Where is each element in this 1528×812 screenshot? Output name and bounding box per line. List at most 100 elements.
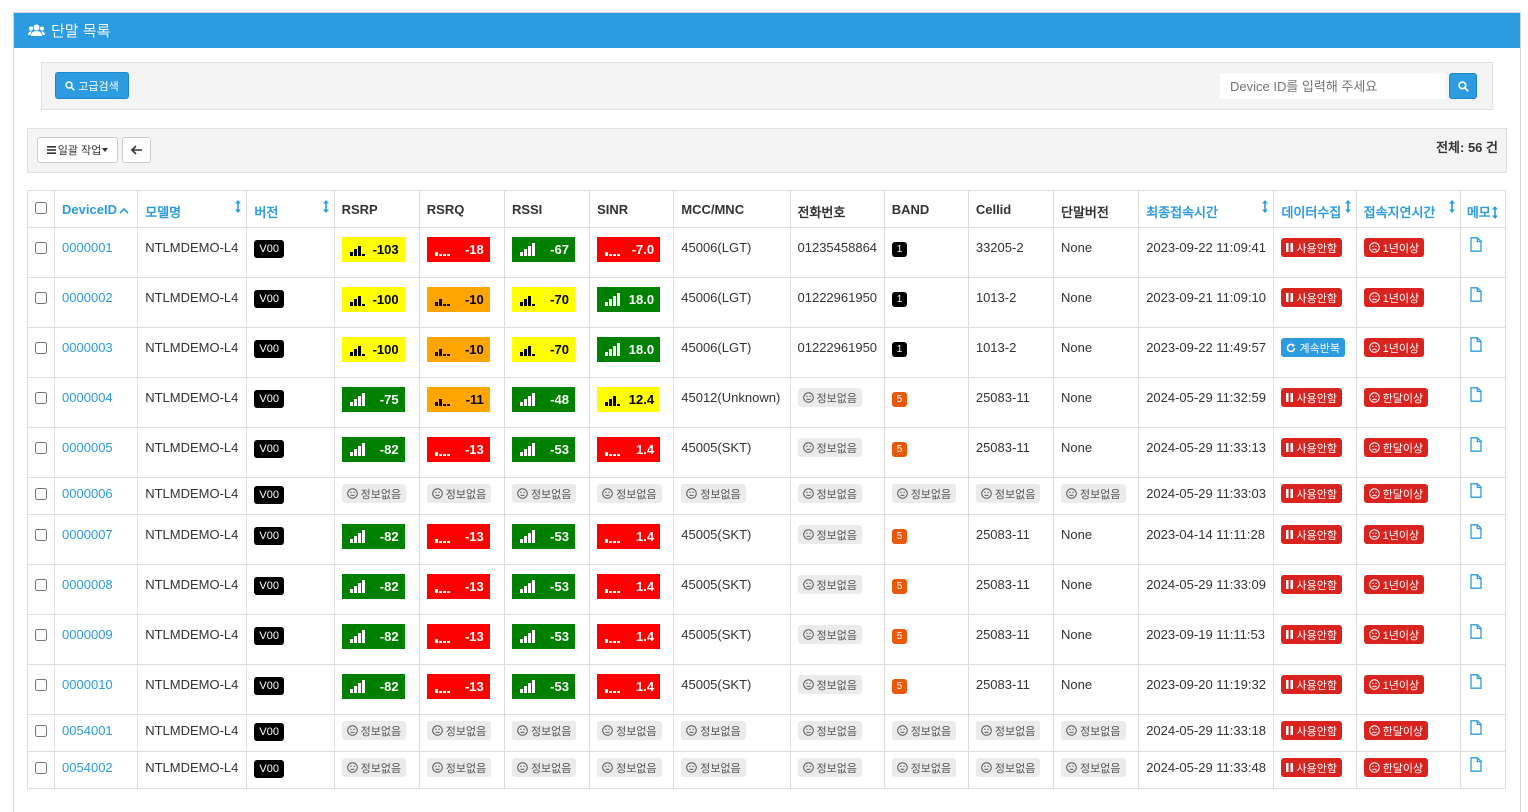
data-collect-badge[interactable]: 계속반복 <box>1281 338 1345 357</box>
col-memo[interactable]: 메모 <box>1459 190 1507 228</box>
data-collect-badge[interactable]: 사용안함 <box>1281 288 1342 307</box>
bulk-action-dropdown[interactable]: 일괄 작업 <box>37 137 118 163</box>
phone-text: 01222961950 <box>797 340 878 355</box>
sinr-cell: -7.0 <box>589 227 675 278</box>
meh-face-icon <box>346 725 358 736</box>
model-text: NTLMDEMO-L4 <box>145 577 239 592</box>
no-info-badge: 정보없음 <box>797 758 862 777</box>
signal-bars-icon <box>519 243 536 256</box>
device-id-link[interactable]: 0000007 <box>62 527 113 542</box>
no-info-label: 정보없음 <box>816 392 857 405</box>
data-collect-badge[interactable]: 사용안함 <box>1281 758 1342 777</box>
device-id-link[interactable]: 0054002 <box>62 760 113 775</box>
no-info-label: 정보없음 <box>530 488 572 501</box>
firmware-text: None <box>1061 340 1093 355</box>
back-button[interactable] <box>122 137 151 163</box>
sinr-badge: 1.4 <box>597 437 661 462</box>
row-checkbox[interactable] <box>35 342 48 354</box>
col-data-collect[interactable]: 데이터수집 <box>1273 190 1357 228</box>
device-id-link[interactable]: 0000003 <box>62 340 113 355</box>
row-checkbox[interactable] <box>35 242 48 254</box>
select-all-checkbox[interactable] <box>35 202 48 214</box>
memo-file-icon[interactable] <box>1470 387 1482 402</box>
no-info-label: 정보없음 <box>530 762 572 775</box>
memo-file-icon[interactable] <box>1470 674 1482 689</box>
search-submit-button[interactable] <box>1449 73 1477 99</box>
memo-file-icon[interactable] <box>1470 483 1482 498</box>
band-cell: 5 <box>883 614 969 665</box>
col-model[interactable]: 모델명 <box>137 190 248 228</box>
data-collect-badge[interactable]: 사용안함 <box>1281 675 1342 694</box>
data-collect-label: 사용안함 <box>1296 488 1337 501</box>
version-cell: V00 <box>246 327 335 378</box>
last-access-text: 2024-05-29 11:33:03 <box>1146 486 1266 501</box>
device-id-link[interactable]: 0000002 <box>62 290 113 305</box>
band-badge: 1 <box>891 292 908 307</box>
memo-file-icon[interactable] <box>1470 624 1482 639</box>
signal-bars-icon <box>605 343 621 356</box>
row-checkbox[interactable] <box>35 629 48 641</box>
data-collect-badge[interactable]: 사용안함 <box>1281 484 1342 503</box>
device-id-link[interactable]: 0000010 <box>62 677 113 692</box>
mcc-text: 45005(SKT) <box>681 627 752 642</box>
device-id-link[interactable]: 0000009 <box>62 627 113 642</box>
memo-file-icon[interactable] <box>1470 337 1482 352</box>
data-collect-badge[interactable]: 사용안함 <box>1281 238 1342 257</box>
data-collect-badge[interactable]: 사용안함 <box>1281 575 1342 594</box>
memo-file-icon[interactable] <box>1470 524 1482 539</box>
advanced-search-button[interactable]: 고급검색 <box>55 72 129 99</box>
row-checkbox[interactable] <box>35 529 48 541</box>
sinr-cell: 1.4 <box>589 427 675 478</box>
no-info-label: 정보없음 <box>530 725 572 738</box>
memo-file-icon[interactable] <box>1470 720 1482 735</box>
access-delay-badge: 1년이상 <box>1363 575 1425 594</box>
table-row: 0000002 NTLMDEMO-L4 V00 -100 -10 -70 18.0 45006… <box>26 277 1507 328</box>
rsrq-badge: -13 <box>426 624 490 649</box>
device-id-search-input[interactable] <box>1220 73 1446 99</box>
device-id-link[interactable]: 0000008 <box>62 577 113 592</box>
row-checkbox[interactable] <box>35 292 48 304</box>
col-deviceid[interactable]: DeviceID <box>54 190 139 228</box>
total-count: 전체: 56 건 <box>1436 140 1498 155</box>
memo-file-icon[interactable] <box>1470 437 1482 452</box>
memo-file-icon[interactable] <box>1470 574 1482 589</box>
row-checkbox[interactable] <box>35 579 48 591</box>
signal-bars-icon <box>349 630 366 643</box>
data-collect-badge[interactable]: 사용안함 <box>1281 625 1342 644</box>
memo-file-icon[interactable] <box>1470 237 1482 252</box>
mcc-cell: 45005(SKT) <box>673 664 791 715</box>
sinr-value: 12.4 <box>628 392 655 407</box>
cellid-cell: 정보없음 <box>967 714 1055 752</box>
row-checkbox[interactable] <box>35 679 48 691</box>
device-id-link[interactable]: 0000005 <box>62 440 113 455</box>
device-id-link[interactable]: 0000004 <box>62 390 113 405</box>
phone-cell: 01222961950 <box>789 327 885 378</box>
row-checkbox[interactable] <box>35 488 48 500</box>
rsrq-value: -13 <box>464 529 484 544</box>
data-collect-badge[interactable]: 사용안함 <box>1281 438 1342 457</box>
col-version[interactable]: 버전 <box>246 190 335 228</box>
col-label: 최종접속시간 <box>1146 205 1218 220</box>
col-access-delay[interactable]: 접속지연시간 <box>1355 190 1461 228</box>
data-collect-badge[interactable]: 사용안함 <box>1281 525 1342 544</box>
data-collect-badge[interactable]: 사용안함 <box>1281 721 1342 740</box>
data-collect-badge[interactable]: 사용안함 <box>1281 388 1342 407</box>
row-checkbox[interactable] <box>35 442 48 454</box>
rsrp-cell: -103 <box>333 227 420 278</box>
cellid-cell: 1013-2 <box>967 327 1055 378</box>
device-id-link[interactable]: 0054001 <box>62 723 113 738</box>
row-checkbox[interactable] <box>35 392 48 404</box>
device-id-link[interactable]: 0000006 <box>62 486 113 501</box>
cellid-text: 25083-11 <box>975 527 1030 542</box>
row-select-cell <box>26 714 56 752</box>
cellid-text: 25083-11 <box>975 440 1030 455</box>
memo-file-icon[interactable] <box>1470 287 1482 302</box>
access-delay-label: 한달이상 <box>1382 442 1424 455</box>
device-id-link[interactable]: 0000001 <box>62 240 113 255</box>
last-access-cell: 2023-04-14 11:11:28 <box>1138 514 1275 565</box>
memo-file-icon[interactable] <box>1470 757 1482 772</box>
row-checkbox[interactable] <box>35 725 48 737</box>
col-last-access[interactable]: 최종접속시간 <box>1138 190 1275 228</box>
signal-bars-icon <box>519 530 536 543</box>
row-checkbox[interactable] <box>35 762 48 774</box>
